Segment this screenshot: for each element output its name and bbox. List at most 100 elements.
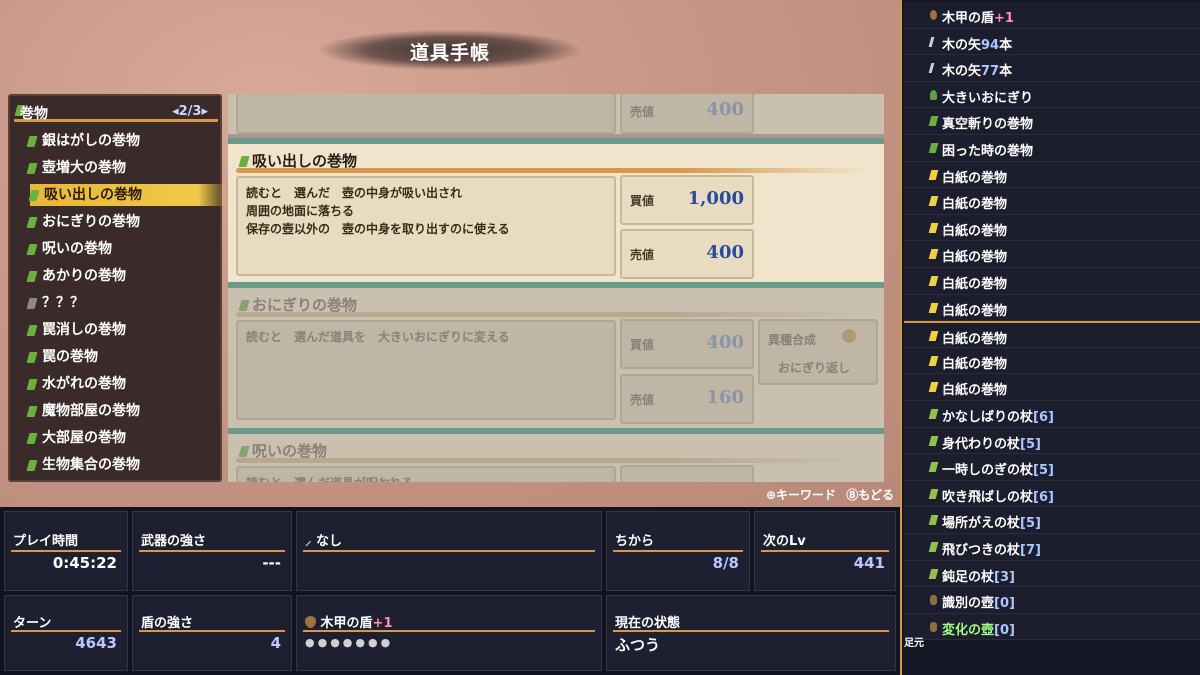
category-item[interactable]: 罠消しの巻物	[26, 319, 216, 341]
category-item-label: 生物集合の巻物	[42, 457, 140, 473]
category-item-label: 大部屋の巻物	[42, 430, 126, 446]
inventory-item-label: 白紙の巻物	[942, 197, 1008, 213]
item-icon	[930, 595, 937, 606]
inventory-item-label: 木甲の盾+1	[942, 11, 1014, 26]
item-icon	[928, 568, 939, 579]
inventory-item[interactable]: 鈍足の杖[3]	[904, 560, 1200, 588]
shield-icon	[842, 329, 856, 343]
inventory-item[interactable]: 識別の壺[0]	[904, 587, 1200, 614]
scroll-icon	[26, 406, 38, 417]
category-item[interactable]: 銀はがしの巻物	[26, 130, 216, 152]
inventory-item[interactable]: 白紙の巻物	[904, 374, 1200, 401]
inventory-item[interactable]: 木の矢94本	[904, 28, 1200, 56]
category-page[interactable]: ◂2/3▸	[172, 104, 208, 119]
category-header[interactable]: 巻物 ◂2/3▸	[14, 100, 218, 122]
title-underline	[236, 312, 868, 317]
desc-line: 読むと 選んだ道具が呪われる	[246, 474, 606, 482]
category-item[interactable]: 吸い出しの巻物	[28, 184, 228, 206]
inventory-item-label: 識別の壺[0]	[942, 596, 1015, 612]
category-label: 巻物	[20, 106, 48, 122]
item-icon	[928, 409, 939, 419]
category-item[interactable]: あかりの巻物	[26, 265, 216, 287]
scroll-icon	[26, 217, 38, 228]
inventory-item[interactable]: かなしばりの杖[6]	[904, 401, 1200, 428]
inventory-item[interactable]: 白紙の巻物	[904, 188, 1200, 215]
weapon-strength-value: ---	[262, 554, 281, 572]
category-item-label: おにぎりの巻物	[42, 214, 140, 230]
power-value: 8/8	[712, 554, 739, 572]
plus-button-icon: ⊕	[765, 488, 777, 502]
inventory-item[interactable]: 一時しのぎの杖[5]	[904, 454, 1200, 481]
category-item[interactable]: 水がれの巻物	[26, 373, 216, 395]
category-item[interactable]: 魔物部屋の巻物	[26, 400, 216, 422]
buy-label: 買値	[630, 338, 655, 352]
inventory-item-label: 大きいおにぎり	[942, 90, 1034, 106]
category-item-label: あかりの巻物	[42, 268, 126, 284]
item-icon	[930, 621, 937, 632]
category-item[interactable]: 大部屋の巻物	[26, 427, 216, 449]
item-icon	[928, 63, 935, 74]
weapon-strength-box: 武器の強さ ---	[132, 511, 292, 591]
prev-sell-label: 売値	[630, 105, 655, 119]
category-item[interactable]: 生物集合の巻物	[26, 454, 216, 476]
inventory-item[interactable]: 白紙の巻物	[904, 294, 1200, 322]
category-item-label: 水がれの巻物	[42, 376, 126, 392]
inventory-item[interactable]: 困った時の巻物	[904, 135, 1200, 162]
inventory-item-label: 白紙の巻物	[942, 250, 1008, 266]
turn-value: 4643	[75, 634, 117, 652]
inventory-item-label: 場所がえの杖[5]	[942, 516, 1041, 532]
category-item[interactable]: おにぎりの巻物	[26, 211, 216, 233]
inventory-item[interactable]: 大きいおにぎり	[904, 81, 1200, 109]
category-item[interactable]: ？？？	[26, 292, 216, 314]
item-detail-pane: 売値 400 吸い出しの巻物 読むと 選んだ 壺の中身が吸い出され 周囲の地面に…	[228, 94, 884, 482]
category-item[interactable]: 壺増大の巻物	[26, 157, 216, 179]
second-desc-box: 読むと 選んだ道具を 大きいおにぎりに変える	[236, 320, 616, 420]
inventory-item[interactable]: 変化の壺[0]	[904, 613, 1200, 641]
inventory-list: 木甲の盾+1 木の矢94本 木の矢77本 大きいおにぎり 真空斬りの巻物 困った時の巻物白…	[900, 0, 1200, 675]
inventory-item-label: 一時しのぎの杖[5]	[942, 463, 1054, 479]
desc-line: 保存の壺以外の 壺の中身を取り出すのに使える	[246, 222, 510, 236]
third-desc-box: 読むと 選んだ道具が呪われる	[236, 466, 616, 482]
inventory-item[interactable]: 白紙の巻物	[904, 347, 1200, 375]
back-hint[interactable]: もどる	[858, 488, 894, 502]
inventory-item[interactable]: 真空斬りの巻物	[904, 108, 1200, 135]
scroll-icon	[26, 163, 38, 174]
category-item[interactable]: 罠の巻物	[26, 346, 216, 368]
scroll-icon	[26, 244, 38, 255]
sell-value: 400	[706, 242, 744, 263]
page-number: 2/3	[178, 104, 202, 119]
seal-slots: ●●●●●●●	[305, 636, 394, 649]
category-item[interactable]: 呪いの巻物	[26, 238, 216, 260]
inventory-item-label: 白紙の巻物	[942, 223, 1008, 239]
inventory-item[interactable]: 白紙の巻物	[904, 321, 1200, 348]
inventory-item[interactable]: 白紙の巻物	[904, 214, 1200, 242]
inventory-item[interactable]: 白紙の巻物	[904, 268, 1200, 295]
buy-value: 400	[706, 332, 744, 353]
condition-box: 現在の状態 ふつう	[606, 595, 896, 671]
inventory-item-label: 木の矢77本	[942, 64, 1013, 80]
keyword-hint[interactable]: キーワード	[776, 488, 836, 502]
inventory-item[interactable]: 木甲の盾+1	[904, 2, 1200, 29]
inventory-item[interactable]: 白紙の巻物	[904, 161, 1200, 189]
second-buy-box: 買値 400	[620, 319, 754, 369]
synthesis-value: おにぎり返し	[778, 361, 851, 375]
inventory-item[interactable]: 吹き飛ばしの杖[6]	[904, 480, 1200, 508]
power-label: ちから	[615, 534, 655, 549]
buy-price-box: 買値 1,000	[620, 175, 754, 225]
inventory-item[interactable]: 場所がえの杖[5]	[904, 507, 1200, 534]
inventory-item-label: 吹き飛ばしの杖[6]	[942, 489, 1054, 505]
inventory-item[interactable]: 身代わりの杖[5]	[904, 427, 1200, 455]
sell-value: 160	[706, 387, 744, 408]
inventory-item[interactable]: 木の矢77本	[904, 55, 1200, 82]
second-sell-box: 売値 160	[620, 374, 754, 424]
turn-label: ターン	[13, 616, 52, 631]
item-icon	[928, 331, 939, 342]
item-catalog-screen: 道具手帳 巻物 ◂2/3▸ 銀はがしの巻物 壺増大の巻物 吸い出しの巻物 おにぎりの巻…	[0, 0, 900, 507]
play-time-box: プレイ時間 0:45:22	[4, 511, 128, 591]
scroll-icon	[238, 300, 250, 311]
inventory-item[interactable]: 飛びつきの杖[7]	[904, 534, 1200, 561]
inventory-item[interactable]: 白紙の巻物	[904, 241, 1200, 268]
sword-icon: ⸝	[305, 534, 312, 549]
scroll-icon	[26, 298, 38, 309]
category-item-label: 銀はがしの巻物	[42, 133, 140, 149]
